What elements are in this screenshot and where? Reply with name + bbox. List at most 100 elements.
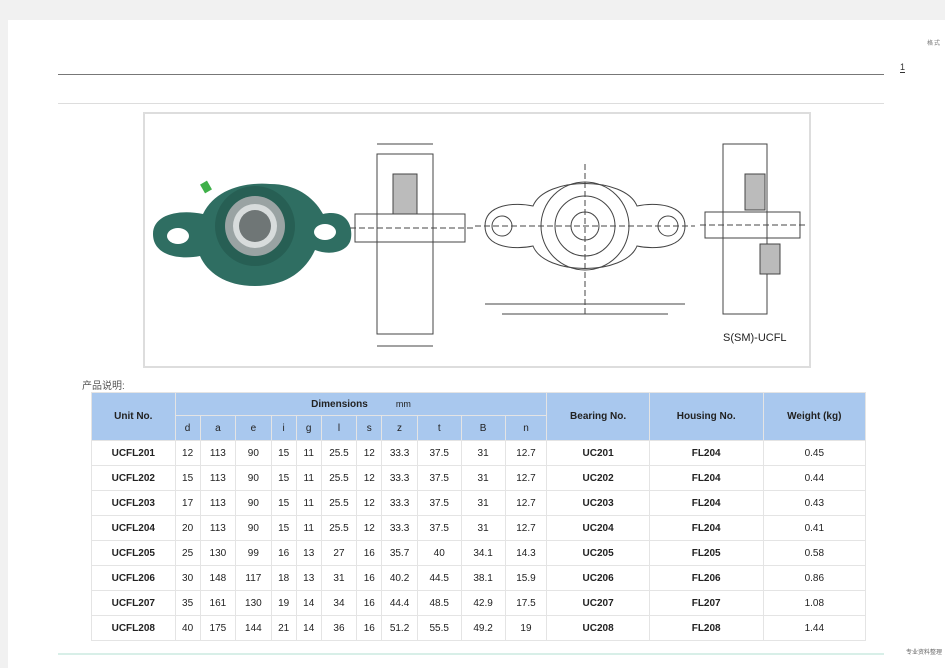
housing-no-cell: FL204 — [648, 515, 764, 541]
table-row: UCFL207 35 161 130 19 14 34 16 44.4 48.5 42.9 17.5 U… — [91, 590, 867, 616]
dimension-cell: 15.9 — [504, 565, 548, 591]
bearing-no-cell: UC205 — [546, 540, 650, 566]
dimension-cell: 11 — [295, 515, 322, 541]
dimension-cell: 37.5 — [416, 490, 462, 516]
dim-col-header: i — [270, 415, 297, 441]
dimension-cell: 14.3 — [504, 540, 548, 566]
dimension-cell: 16 — [356, 565, 383, 591]
housing-no-cell: FL204 — [648, 490, 764, 516]
dimension-cell: 90 — [235, 440, 272, 466]
dimension-cell: 40.2 — [381, 565, 418, 591]
bearing-photo — [153, 180, 352, 286]
dimension-cell: 90 — [235, 515, 272, 541]
header-rule — [58, 74, 884, 75]
dimension-cell: 49.2 — [460, 615, 506, 641]
dimension-cell: 17 — [174, 490, 201, 516]
dimension-cell: 20 — [174, 515, 201, 541]
footer-rule — [58, 653, 884, 655]
weight-cell: 0.43 — [762, 490, 867, 516]
dimension-cell: 113 — [199, 465, 237, 491]
product-figure: S(SM)-UCFL — [143, 112, 811, 368]
table-row: UCFL208 40 175 144 21 14 36 16 51.2 55.5 49.2 19 UC2… — [91, 615, 867, 641]
unit-no-cell: UCFL204 — [91, 515, 176, 541]
header-rule-light — [58, 103, 884, 104]
dimension-cell: 35 — [174, 590, 201, 616]
dimension-cell: 16 — [270, 540, 297, 566]
page-number: 1 — [900, 62, 906, 73]
unit-no-cell: UCFL206 — [91, 565, 176, 591]
dimension-cell: 11 — [295, 465, 322, 491]
dimension-cell: 12.7 — [504, 440, 548, 466]
dim-col-header: s — [356, 415, 383, 441]
dimension-cell: 37.5 — [416, 465, 462, 491]
dimension-cell: 38.1 — [460, 565, 506, 591]
unit-no-cell: UCFL208 — [91, 615, 176, 641]
dimension-cell: 11 — [295, 490, 322, 516]
dimensions-title: Dimensions — [311, 398, 368, 410]
dimension-cell: 37.5 — [416, 515, 462, 541]
unit-no-cell: UCFL201 — [91, 440, 176, 466]
dimension-cell: 40 — [416, 540, 462, 566]
dimension-cell: 113 — [199, 440, 237, 466]
dimension-cell: 16 — [356, 615, 383, 641]
dim-col-header: d — [174, 415, 201, 441]
dimension-cell: 25.5 — [320, 515, 358, 541]
dimension-cell: 14 — [295, 590, 322, 616]
table-row: UCFL204 20 113 90 15 11 25.5 12 33.3 37.5 31 12.7 UC… — [91, 515, 867, 541]
dimension-cell: 15 — [270, 490, 297, 516]
table-row: UCFL205 25 130 99 16 13 27 16 35.7 40 34.1 14.3 UC20… — [91, 540, 867, 566]
dimension-cell: 19 — [504, 615, 548, 641]
dimension-cell: 44.4 — [381, 590, 418, 616]
dimension-cell: 11 — [295, 440, 322, 466]
col-unit-header: Unit No. — [91, 392, 176, 441]
right-view-drawing — [700, 143, 805, 315]
top-note: 格式 — [927, 41, 942, 47]
weight-cell: 0.44 — [762, 465, 867, 491]
dimension-cell: 35.7 — [381, 540, 418, 566]
bearing-no-cell: UC202 — [546, 465, 650, 491]
dimension-cell: 25.5 — [320, 490, 358, 516]
dimension-cell: 51.2 — [381, 615, 418, 641]
bearing-no-cell: UC206 — [546, 565, 650, 591]
housing-no-cell: FL204 — [648, 465, 764, 491]
dimension-cell: 33.3 — [381, 515, 418, 541]
bearing-no-cell: UC208 — [546, 615, 650, 641]
dim-col-header: z — [381, 415, 418, 441]
bearing-no-cell: UC204 — [546, 515, 650, 541]
housing-no-cell: FL204 — [648, 440, 764, 466]
dimension-cell: 175 — [199, 615, 237, 641]
dimension-cell: 17.5 — [504, 590, 548, 616]
dim-col-header: e — [235, 415, 272, 441]
dimension-cell: 12.7 — [504, 465, 548, 491]
weight-cell: 0.45 — [762, 440, 867, 466]
dimension-cell: 15 — [270, 440, 297, 466]
spec-table: Unit No. Dimensions mm Bearing No. Housin… — [91, 392, 867, 641]
dimension-cell: 15 — [270, 515, 297, 541]
dimension-cell: 34 — [320, 590, 358, 616]
dimension-cell: 113 — [199, 490, 237, 516]
dimension-cell: 31 — [460, 465, 506, 491]
dimension-cell: 12.7 — [504, 490, 548, 516]
housing-no-cell: FL206 — [648, 565, 764, 591]
dimensions-header: Dimensions mm — [174, 392, 548, 416]
bearing-no-cell: UC201 — [546, 440, 650, 466]
table-row: UCFL202 15 113 90 15 11 25.5 12 33.3 37.5 31 12.7 UC… — [91, 465, 867, 491]
unit-no-cell: UCFL207 — [91, 590, 176, 616]
dimension-cell: 99 — [235, 540, 272, 566]
dimension-cell: 15 — [270, 465, 297, 491]
table-row: UCFL201 12 113 90 15 11 25.5 12 33.3 37.5 31 12.7 UC… — [91, 440, 867, 466]
dimension-cell: 90 — [235, 490, 272, 516]
side-view-drawing — [350, 143, 475, 347]
housing-no-cell: FL207 — [648, 590, 764, 616]
dimension-cell: 48.5 — [416, 590, 462, 616]
dimension-cell: 117 — [235, 565, 272, 591]
dimension-cell: 25.5 — [320, 440, 358, 466]
dimension-cell: 42.9 — [460, 590, 506, 616]
dimension-cell: 18 — [270, 565, 297, 591]
unit-no-cell: UCFL205 — [91, 540, 176, 566]
dimension-cell: 55.5 — [416, 615, 462, 641]
dimension-cell: 30 — [174, 565, 201, 591]
dimension-cell: 148 — [199, 565, 237, 591]
dim-col-header: B — [460, 415, 506, 441]
weight-cell: 0.86 — [762, 565, 867, 591]
